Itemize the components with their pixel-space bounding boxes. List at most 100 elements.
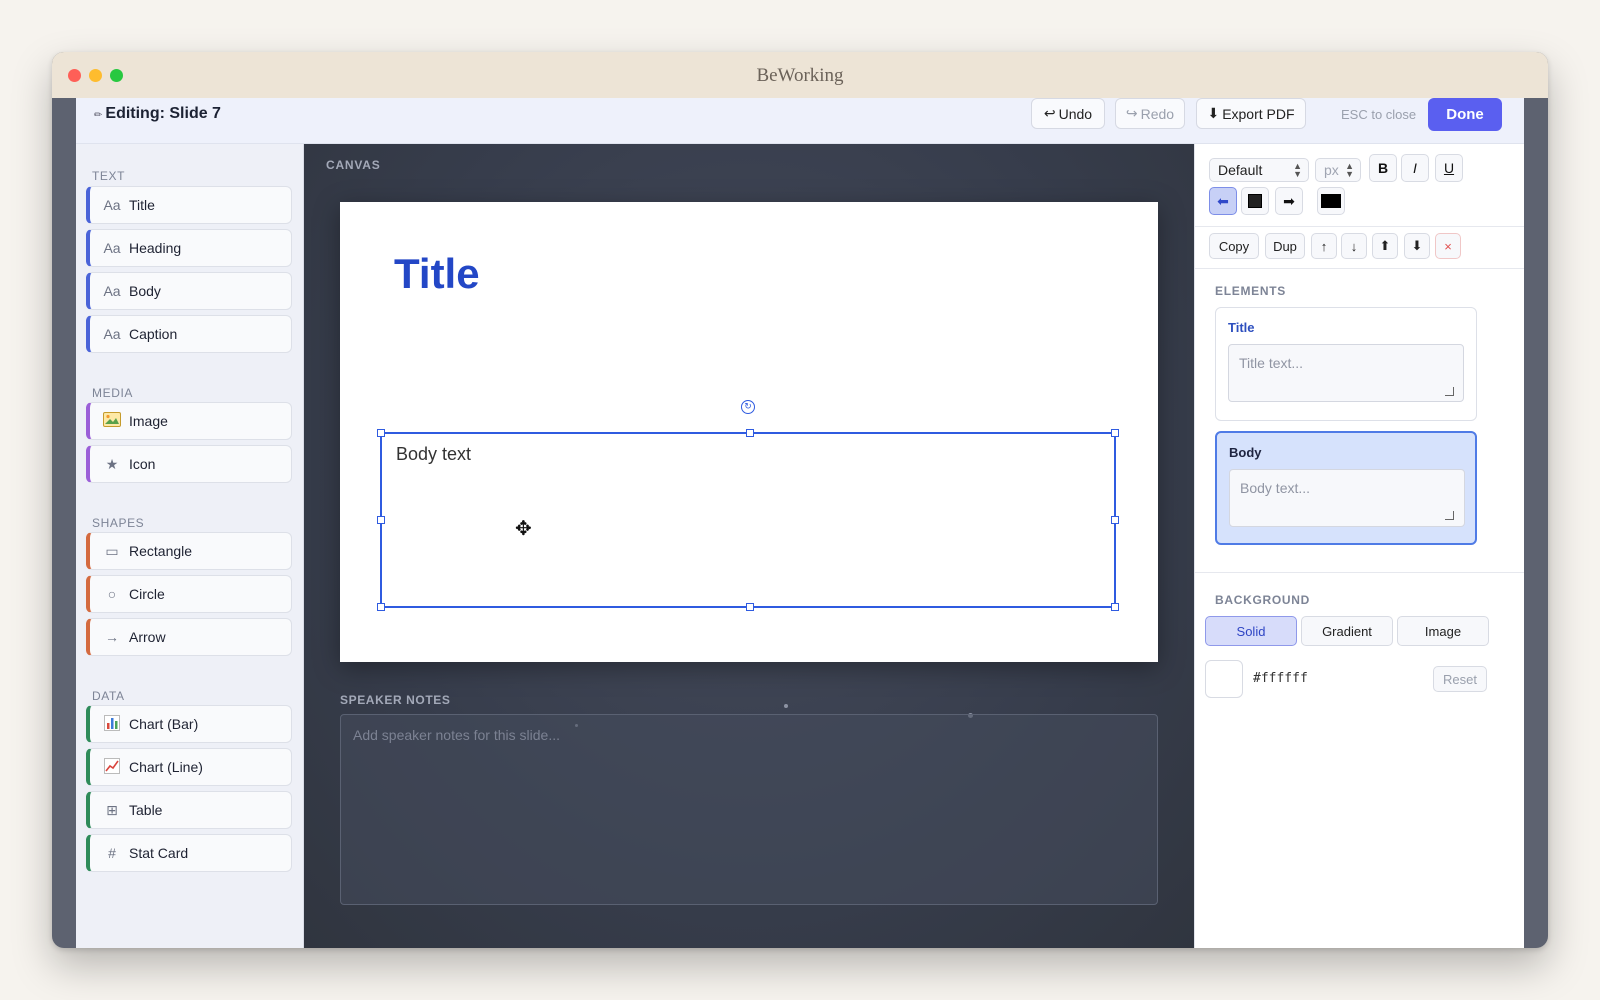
palette-item-stat-card[interactable]: # Stat Card (86, 834, 292, 872)
palette-item-circle[interactable]: ○ Circle (86, 575, 292, 613)
bg-tab-image[interactable]: Image (1397, 616, 1489, 646)
font-size-placeholder: px (1324, 162, 1339, 178)
palette-item-label: Image (129, 413, 168, 429)
editing-title-text: Editing: Slide 7 (105, 105, 221, 122)
delete-button[interactable]: × (1435, 233, 1461, 259)
arrow-left-icon: ⬅ (1217, 192, 1229, 209)
resize-handle-s[interactable] (746, 603, 754, 611)
element-palette: TEXT Aa Title Aa Heading Aa Body Aa Caption … (76, 144, 304, 948)
palette-section-media: MEDIA (92, 386, 134, 400)
resize-handle-sw[interactable] (377, 603, 385, 611)
title-text-input[interactable] (1228, 344, 1464, 402)
text-style-icon: Aa (103, 240, 121, 256)
palette-item-title[interactable]: Aa Title (86, 186, 292, 224)
arrow-icon: → (105, 629, 119, 645)
palette-item-label: Caption (129, 326, 178, 342)
background-reset-button[interactable]: Reset (1433, 666, 1487, 692)
italic-button[interactable]: I (1401, 154, 1429, 182)
palette-item-caption[interactable]: Aa Caption (86, 315, 292, 353)
resize-grip-icon[interactable] (1445, 387, 1454, 396)
palette-item-heading[interactable]: Aa Heading (86, 229, 292, 267)
palette-item-body[interactable]: Aa Body (86, 272, 292, 310)
body-text-element[interactable]: Body text (377, 429, 1119, 611)
circle-icon: ○ (107, 586, 117, 602)
text-color-button[interactable] (1317, 187, 1345, 215)
palette-item-table[interactable]: ⊞ Table (86, 791, 292, 829)
palette-item-icon[interactable]: ★ Icon (86, 445, 292, 483)
resize-handle-se[interactable] (1111, 603, 1119, 611)
bg-tab-solid[interactable]: Solid (1205, 616, 1297, 646)
move-down-button[interactable]: ↓ (1341, 233, 1367, 259)
star-icon: ★ (105, 455, 119, 472)
bring-to-front-button[interactable]: ⬆ (1372, 233, 1398, 259)
editor-topbar: ✏ Editing: Slide 7 ↩ Undo ↪ Redo ⬇ Export PD… (76, 98, 1524, 144)
body-text-input[interactable] (1229, 469, 1465, 527)
element-card-name: Body (1229, 445, 1262, 460)
bg-tab-gradient[interactable]: Gradient (1301, 616, 1393, 646)
slide-editor: ✏ Editing: Slide 7 ↩ Undo ↪ Redo ⬇ Export PD… (76, 98, 1524, 948)
export-pdf-button[interactable]: ⬇ Export PDF (1196, 98, 1306, 129)
arrow-up-icon: ↑ (1320, 238, 1328, 254)
resize-handle-e[interactable] (1111, 516, 1119, 524)
background-hex-value[interactable]: #ffffff (1253, 671, 1308, 686)
divider (1195, 226, 1524, 227)
bold-button[interactable]: B (1369, 154, 1397, 182)
line-chart-icon (101, 757, 123, 777)
done-button[interactable]: Done (1428, 98, 1502, 131)
palette-item-label: Table (129, 802, 163, 818)
rotate-handle-icon[interactable]: ↻ (741, 400, 755, 414)
element-card-title[interactable]: Title (1215, 307, 1477, 421)
resize-grip-icon[interactable] (1445, 511, 1454, 520)
background-tabs: Solid Gradient Image (1195, 616, 1524, 648)
close-icon: × (1444, 238, 1452, 254)
copy-button[interactable]: Copy (1209, 233, 1259, 259)
redo-button[interactable]: ↪ Redo (1115, 98, 1185, 129)
palette-item-label: Circle (129, 586, 165, 602)
arrow-right-icon: ➡ (1283, 192, 1295, 209)
bar-chart-icon (101, 714, 123, 734)
send-to-back-button[interactable]: ⬇ (1404, 233, 1430, 259)
font-select[interactable]: Default ▲ ▼ (1209, 158, 1309, 182)
divider (1195, 268, 1524, 269)
palette-item-line-chart[interactable]: Chart (Line) (86, 748, 292, 786)
font-size-input[interactable]: px ▲ ▼ (1315, 158, 1361, 182)
text-style-icon: Aa (103, 197, 121, 213)
background-color-swatch[interactable] (1205, 660, 1243, 698)
palette-item-rectangle[interactable]: ▭ Rectangle (86, 532, 292, 570)
underline-button[interactable]: U (1435, 154, 1463, 182)
move-up-button[interactable]: ↑ (1311, 233, 1337, 259)
decor-dot (784, 704, 788, 708)
align-right-button[interactable]: ➡ (1275, 187, 1303, 215)
speaker-notes-label: SPEAKER NOTES (340, 693, 451, 707)
undo-icon: ↩ (1043, 105, 1056, 121)
duplicate-button[interactable]: Dup (1265, 233, 1305, 259)
app-window: BeWorking ✏ Editing: Slide 7 ↩ Undo ↪ Redo … (52, 52, 1548, 948)
element-card-name: Title (1228, 320, 1255, 335)
palette-item-label: Rectangle (129, 543, 193, 559)
palette-item-bar-chart[interactable]: Chart (Bar) (86, 705, 292, 743)
resize-handle-n[interactable] (746, 429, 754, 437)
resize-handle-ne[interactable] (1111, 429, 1119, 437)
pencil-icon: ✏ (94, 110, 103, 121)
image-icon (101, 412, 123, 430)
editing-title: ✏ Editing: Slide 7 (94, 105, 221, 123)
palette-section-text: TEXT (92, 169, 126, 183)
speaker-notes-input[interactable] (341, 715, 1157, 904)
align-left-button[interactable]: ⬅ (1209, 187, 1237, 215)
element-card-body[interactable]: Body (1215, 431, 1477, 545)
palette-item-arrow[interactable]: → Arrow (86, 618, 292, 656)
window-titlebar: BeWorking (52, 52, 1548, 98)
slide[interactable]: Title ↻ Body text ✥ (340, 202, 1158, 662)
undo-button[interactable]: ↩ Undo (1031, 98, 1105, 129)
canvas-area: CANVAS Title ↻ Body text ✥ SPEAKER NOTES… (304, 144, 1194, 948)
align-center-button[interactable] (1241, 187, 1269, 215)
speaker-notes (340, 714, 1158, 905)
resize-handle-nw[interactable] (377, 429, 385, 437)
font-select-value: Default (1218, 162, 1263, 178)
divider (1195, 572, 1524, 573)
resize-handle-w[interactable] (377, 516, 385, 524)
stepper-icon: ▲ ▼ (1345, 161, 1354, 179)
slide-title-element[interactable]: Title (394, 250, 480, 298)
export-pdf-label: Export PDF (1222, 105, 1295, 122)
palette-item-image[interactable]: Image (86, 402, 292, 440)
